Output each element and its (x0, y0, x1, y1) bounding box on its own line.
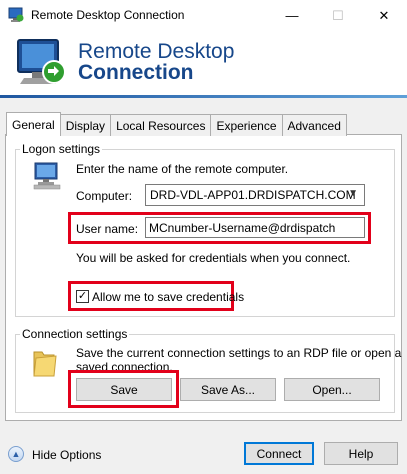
window-title: Remote Desktop Connection (31, 8, 185, 22)
save-button[interactable]: Save (76, 378, 172, 401)
username-input[interactable]: MCnumber-Username@drdispatch (145, 217, 365, 238)
minimize-button[interactable]: — (269, 0, 315, 31)
remote-desktop-logo-icon (14, 38, 70, 88)
help-button[interactable]: Help (324, 442, 398, 465)
maximize-icon: ☐ (332, 7, 344, 23)
tab-strip: General Display Local Resources Experien… (6, 112, 347, 136)
save-as-button-label: Save As... (200, 382, 256, 397)
computer-value: DRD-VDL-APP01.DRDISPATCH.COM (150, 188, 356, 202)
username-label: User name: (76, 222, 139, 236)
tab-local-resources[interactable]: Local Resources (110, 114, 212, 136)
chevron-down-icon[interactable]: ▼ (348, 188, 358, 199)
connect-button[interactable]: Connect (244, 442, 314, 465)
username-value: MCnumber-Username@drdispatch (149, 220, 336, 235)
close-icon: ✕ (378, 7, 390, 23)
checkmark-icon: ✓ (77, 290, 88, 302)
open-button[interactable]: Open... (284, 378, 380, 401)
logon-settings-label: Logon settings (20, 142, 103, 156)
credentials-note: You will be asked for credentials when y… (76, 251, 351, 265)
banner-title-line2: Connection (78, 61, 194, 84)
computer-icon (32, 161, 64, 191)
help-button-label: Help (348, 446, 374, 461)
tab-advanced[interactable]: Advanced (281, 114, 347, 136)
close-button[interactable]: ✕ (361, 0, 407, 31)
computer-combobox[interactable]: DRD-VDL-APP01.DRDISPATCH.COM ▼ (145, 184, 365, 206)
open-button-label: Open... (312, 382, 352, 397)
tab-general-label: General (12, 117, 55, 132)
tab-display[interactable]: Display (59, 114, 112, 136)
save-credentials-checkbox[interactable]: ✓ (76, 290, 89, 303)
banner-divider (0, 95, 407, 98)
tab-general[interactable]: General (6, 112, 61, 136)
tab-experience-label: Experience (216, 118, 277, 133)
minimize-icon: — (285, 8, 299, 23)
connection-description-line1: Save the current connection settings to … (76, 346, 402, 360)
tab-local-resources-label: Local Resources (116, 118, 206, 133)
folder-icon (32, 346, 58, 378)
tab-experience[interactable]: Experience (210, 114, 283, 136)
maximize-button[interactable]: ☐ (315, 0, 361, 31)
hide-options-icon[interactable]: ▲ (8, 446, 24, 462)
hide-options-link[interactable]: Hide Options (32, 448, 101, 462)
app-icon (8, 7, 24, 23)
tab-display-label: Display (65, 118, 106, 133)
tab-advanced-label: Advanced (287, 118, 341, 133)
save-credentials-label[interactable]: Allow me to save credentials (92, 290, 244, 304)
save-as-button[interactable]: Save As... (180, 378, 276, 401)
computer-instruction: Enter the name of the remote computer. (76, 162, 289, 176)
connection-settings-label: Connection settings (20, 327, 130, 341)
computer-label: Computer: (76, 189, 133, 203)
connect-button-label: Connect (256, 446, 302, 461)
save-button-label: Save (110, 382, 138, 397)
